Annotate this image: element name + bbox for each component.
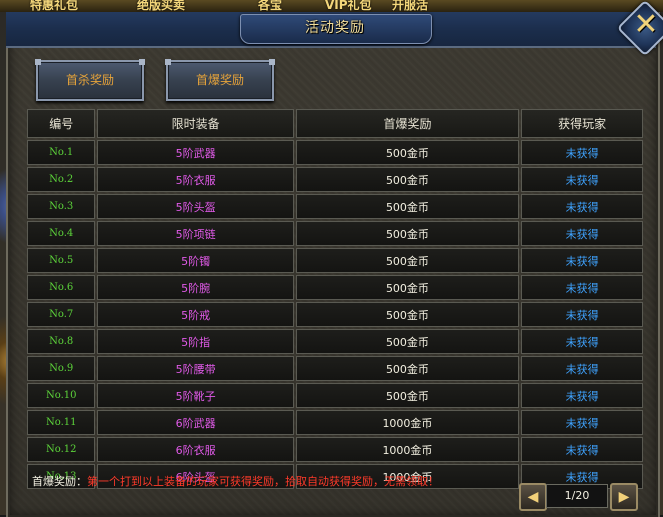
footer-note: 首爆奖励：第一个打到以上装备的玩家可获得奖励，拾取自动获得奖励，无需领取！ bbox=[32, 473, 439, 489]
table-row: No.7 5阶戒 500金币 未获得 bbox=[27, 302, 643, 327]
cell-player: 未获得 bbox=[521, 383, 643, 408]
table-row: No.4 5阶项链 500金币 未获得 bbox=[27, 221, 643, 246]
cell-number: No.9 bbox=[27, 356, 96, 381]
table-row: No.1 5阶武器 500金币 未获得 bbox=[27, 140, 643, 165]
cell-player: 未获得 bbox=[521, 302, 643, 327]
page-indicator: 1/20 bbox=[546, 484, 608, 508]
table-row: No.12 6阶衣服 1000金币 未获得 bbox=[27, 437, 643, 462]
cell-number: No.10 bbox=[27, 383, 96, 408]
footer-lead: 首爆奖励： bbox=[32, 475, 87, 488]
chevron-right-icon: ▶ bbox=[618, 489, 630, 505]
header-reward: 首爆奖励 bbox=[295, 109, 520, 138]
table-row: No.9 5阶腰带 500金币 未获得 bbox=[27, 356, 643, 381]
cell-reward: 500金币 bbox=[295, 221, 520, 246]
cell-number: No.8 bbox=[27, 329, 96, 354]
cell-reward: 500金币 bbox=[295, 167, 520, 192]
cell-number: No.5 bbox=[27, 248, 96, 273]
cell-reward: 500金币 bbox=[295, 275, 520, 300]
table-row: No.5 5阶镯 500金币 未获得 bbox=[27, 248, 643, 273]
cell-player: 未获得 bbox=[521, 221, 643, 246]
next-page-button[interactable]: ▶ bbox=[610, 483, 638, 511]
cell-equipment: 5阶靴子 bbox=[97, 383, 294, 408]
cell-number: No.1 bbox=[27, 140, 96, 165]
cell-equipment: 5阶指 bbox=[97, 329, 294, 354]
cell-equipment: 5阶戒 bbox=[97, 302, 294, 327]
cell-equipment: 5阶镯 bbox=[97, 248, 294, 273]
cell-player: 未获得 bbox=[521, 140, 643, 165]
cell-number: No.12 bbox=[27, 437, 96, 462]
cell-equipment: 5阶腰带 bbox=[97, 356, 294, 381]
top-menu-item[interactable]: 绝版买卖 bbox=[137, 0, 185, 12]
cell-reward: 500金币 bbox=[295, 140, 520, 165]
cell-player: 未获得 bbox=[521, 329, 643, 354]
header-player: 获得玩家 bbox=[521, 109, 643, 138]
cell-equipment: 5阶腕 bbox=[97, 275, 294, 300]
cell-player: 未获得 bbox=[521, 437, 643, 462]
cell-reward: 1000金币 bbox=[295, 410, 520, 435]
cell-number: No.4 bbox=[27, 221, 96, 246]
cell-player: 未获得 bbox=[521, 248, 643, 273]
cell-number: No.6 bbox=[27, 275, 96, 300]
cell-equipment: 6阶衣服 bbox=[97, 437, 294, 462]
cell-number: No.3 bbox=[27, 194, 96, 219]
cell-reward: 500金币 bbox=[295, 383, 520, 408]
cell-player: 未获得 bbox=[521, 194, 643, 219]
table-row: No.6 5阶腕 500金币 未获得 bbox=[27, 275, 643, 300]
top-menu-item[interactable]: 特惠礼包 bbox=[30, 0, 78, 12]
top-menu-item[interactable]: 开服活 bbox=[392, 0, 428, 12]
header-number: 编号 bbox=[27, 109, 96, 138]
header-equipment: 限时装备 bbox=[97, 109, 294, 138]
cell-reward: 500金币 bbox=[295, 329, 520, 354]
cell-number: No.2 bbox=[27, 167, 96, 192]
cell-equipment: 5阶头盔 bbox=[97, 194, 294, 219]
table-row: No.2 5阶衣服 500金币 未获得 bbox=[27, 167, 643, 192]
table-row: No.3 5阶头盔 500金币 未获得 bbox=[27, 194, 643, 219]
cell-equipment: 5阶衣服 bbox=[97, 167, 294, 192]
cell-equipment: 6阶武器 bbox=[97, 410, 294, 435]
cell-reward: 500金币 bbox=[295, 194, 520, 219]
cell-reward: 500金币 bbox=[295, 302, 520, 327]
tab-first-drop[interactable]: 首爆奖励 bbox=[165, 59, 275, 101]
cell-reward: 1000金币 bbox=[295, 437, 520, 462]
cell-number: No.7 bbox=[27, 302, 96, 327]
prev-page-button[interactable]: ◀ bbox=[519, 483, 547, 511]
cell-player: 未获得 bbox=[521, 410, 643, 435]
table-row: No.11 6阶武器 1000金币 未获得 bbox=[27, 410, 643, 435]
top-menu-bar: 特惠礼包 绝版买卖 各宝 VIP礼包 开服活 bbox=[0, 0, 663, 12]
chevron-left-icon: ◀ bbox=[527, 489, 539, 505]
cell-number: No.11 bbox=[27, 410, 96, 435]
window-title: 活动奖励 bbox=[305, 20, 365, 36]
tab-first-kill[interactable]: 首杀奖励 bbox=[35, 59, 145, 101]
reward-table: 编号 限时装备 首爆奖励 获得玩家 No.1 5阶武器 500金币 未获得 No.2 5阶… bbox=[25, 107, 645, 491]
top-menu-item[interactable]: 各宝 bbox=[258, 0, 282, 12]
cell-reward: 500金币 bbox=[295, 248, 520, 273]
cell-player: 未获得 bbox=[521, 275, 643, 300]
cell-reward: 500金币 bbox=[295, 356, 520, 381]
table-row: No.10 5阶靴子 500金币 未获得 bbox=[27, 383, 643, 408]
footer-body: 第一个打到以上装备的玩家可获得奖励，拾取自动获得奖励，无需领取！ bbox=[87, 475, 439, 488]
cell-player: 未获得 bbox=[521, 356, 643, 381]
table-row: No.8 5阶指 500金币 未获得 bbox=[27, 329, 643, 354]
cell-equipment: 5阶项链 bbox=[97, 221, 294, 246]
table-header-row: 编号 限时装备 首爆奖励 获得玩家 bbox=[27, 109, 643, 138]
cell-equipment: 5阶武器 bbox=[97, 140, 294, 165]
top-menu-item[interactable]: VIP礼包 bbox=[325, 0, 372, 12]
close-icon[interactable]: ✕ bbox=[630, 6, 662, 44]
cell-player: 未获得 bbox=[521, 167, 643, 192]
